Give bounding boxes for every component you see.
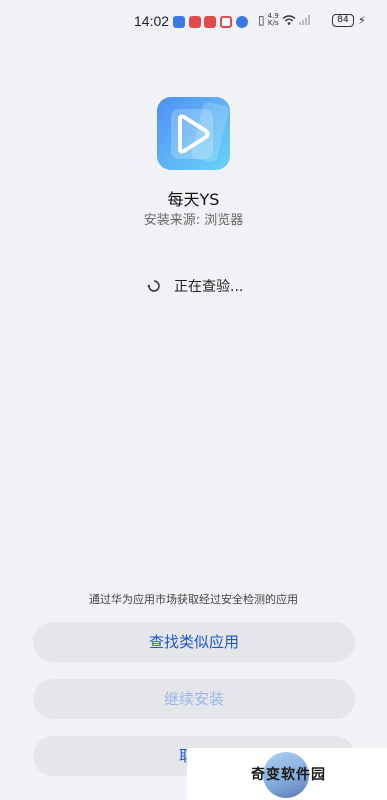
- install-source-label: 安装来源:: [143, 213, 201, 228]
- checking-text: 正在查验...: [174, 279, 244, 295]
- notif-app-icon: [220, 16, 232, 28]
- status-icons: ▯ 4.9 K/s: [258, 13, 311, 27]
- battery-icon: 84: [332, 14, 354, 27]
- clock: 14:02: [134, 13, 170, 29]
- install-source: 安装来源: 浏览器: [0, 209, 387, 228]
- app-icon: [157, 97, 230, 170]
- notif-app-icon: [173, 16, 185, 28]
- watermark: 奇变软件园: [187, 748, 387, 800]
- install-source-value: 浏览器: [204, 213, 244, 228]
- wifi-icon: [282, 15, 296, 25]
- charging-icon: ⚡: [358, 14, 366, 27]
- play-icon: [171, 101, 229, 163]
- find-similar-apps-button[interactable]: 查找类似应用: [33, 622, 355, 662]
- app-name: 每天YS: [167, 190, 220, 209]
- status-bar: 14:02 ▯ 4.9 K/s 84 ⚡: [0, 0, 387, 44]
- vibrate-icon: ▯: [258, 13, 265, 27]
- loading-spinner-icon: [147, 280, 160, 292]
- net-speed-unit: K/s: [267, 19, 279, 27]
- net-speed: 4.9 K/s: [268, 13, 279, 27]
- continue-install-button[interactable]: 继续安装: [33, 679, 355, 719]
- notif-app-icon: [189, 16, 201, 28]
- notif-app-icon: [204, 16, 216, 28]
- checking-status: 正在查验...: [146, 276, 243, 296]
- watermark-text: 奇变软件园: [251, 767, 326, 783]
- notif-app-icon: [236, 16, 248, 28]
- security-notice: 通过华为应用市场获取经过安全检测的应用: [89, 593, 298, 606]
- signal-icon: [298, 15, 310, 25]
